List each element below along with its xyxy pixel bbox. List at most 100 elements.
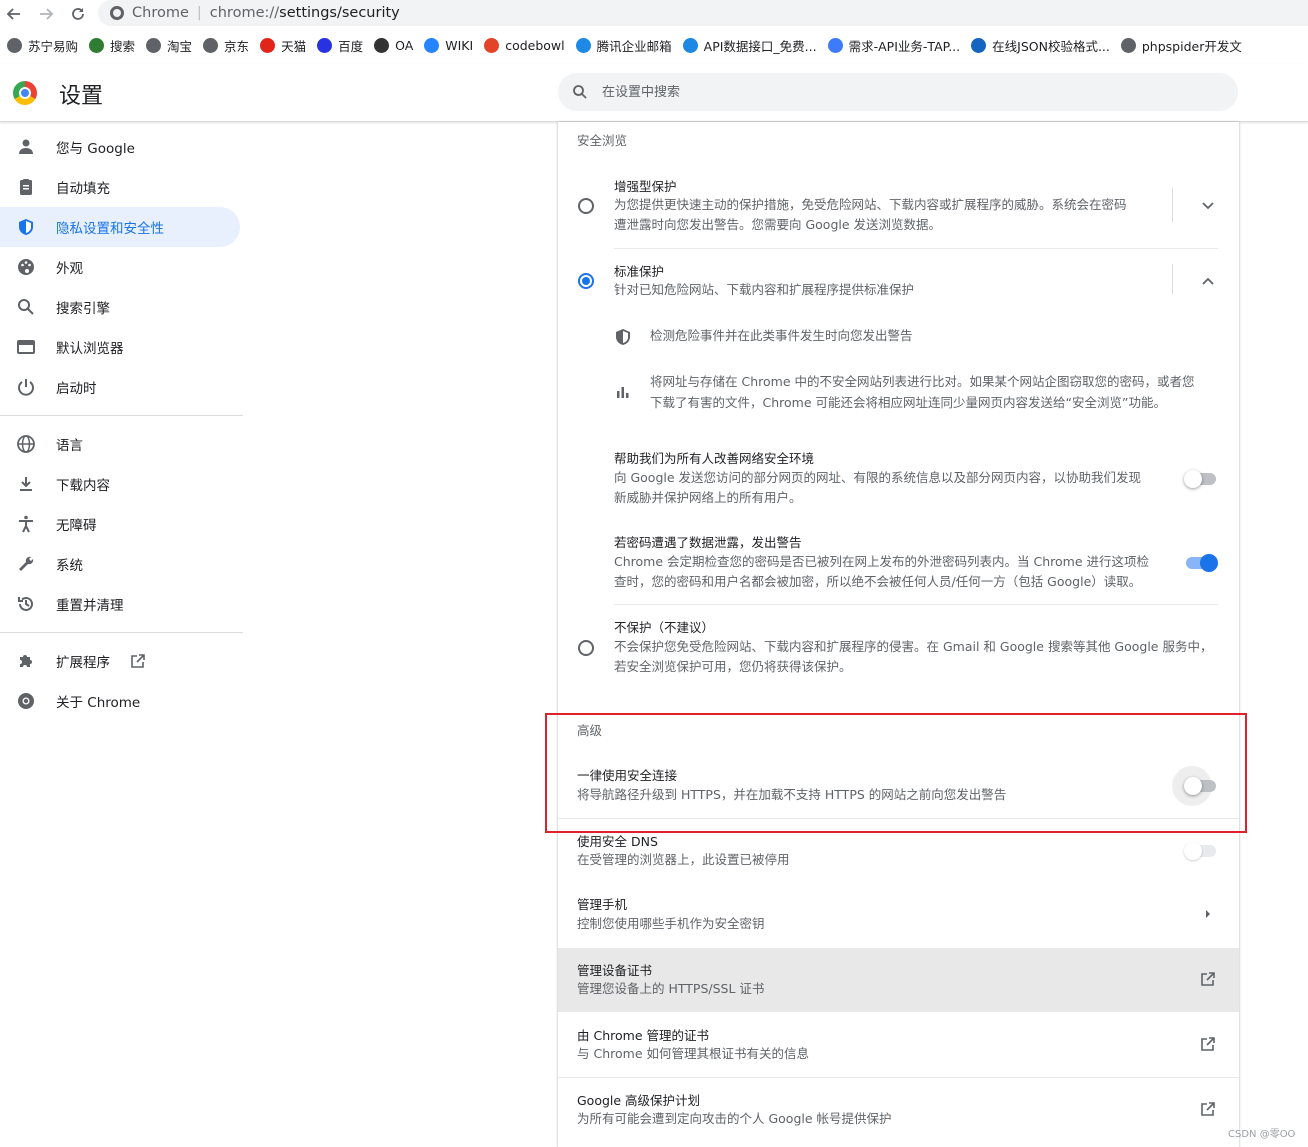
sidebar-item-label: 默认浏览器 [56, 341, 124, 357]
bookmark-label: 天猫 [281, 38, 307, 54]
secure-dns-desc: 在受管理的浏览器上，此设置已被停用 [577, 852, 790, 867]
enhanced-protection-desc-2: 遭泄露时向您发出警告。您需要向 Google 发送浏览数据。 [614, 217, 942, 232]
radio-no-protection[interactable] [578, 640, 594, 656]
secure-dns-toggle[interactable] [1184, 842, 1216, 860]
bookmark-item[interactable]: 淘宝 [146, 36, 192, 55]
palette-icon [16, 257, 36, 277]
tapd-icon [827, 37, 843, 53]
bookmark-item[interactable]: 苏宁易购 [7, 36, 78, 55]
help-improve-desc-1: 向 Google 发送您访问的部分网页的网址、有限的系统信息以及部分网页内容，以… [614, 470, 1142, 485]
url-field[interactable]: Chrome | chrome:// settings/security [98, 0, 1308, 26]
url-prefix: chrome:// [209, 5, 280, 21]
search-input[interactable] [602, 84, 1202, 100]
url-separator: | [196, 5, 202, 21]
external-link-icon[interactable] [1198, 1034, 1218, 1054]
accessibility-icon [16, 514, 36, 534]
sidebar-item[interactable]: 重置并清理 [0, 584, 243, 624]
sidebar-item[interactable]: 您与 Google [0, 127, 243, 167]
help-improve-title: 帮助我们为所有人改善网络安全环境 [614, 451, 815, 466]
forward-arrow-icon[interactable] [35, 3, 57, 25]
sidebar-divider [0, 415, 243, 416]
divider [614, 248, 1218, 249]
sidebar-item[interactable]: 启动时 [0, 367, 243, 407]
divider [614, 604, 1218, 605]
tmall-icon [260, 37, 276, 53]
bookmark-item[interactable]: 京东 [203, 36, 249, 55]
search-icon [570, 82, 590, 102]
bookmark-item[interactable]: API数据接口_免费... [682, 36, 817, 55]
globe-icon [16, 434, 36, 454]
sidebar-item[interactable]: 自动填充 [0, 167, 243, 207]
person-icon [16, 137, 36, 157]
oa-icon [374, 37, 390, 53]
section-title-safe-browsing: 安全浏览 [577, 133, 628, 148]
external-link-icon[interactable] [1198, 1099, 1218, 1119]
chevron-down-icon[interactable] [1198, 196, 1218, 216]
standard-protection-desc: 针对已知危险网站、下载内容和扩展程序提供标准保护 [614, 282, 915, 297]
sidebar-item-label: 下载内容 [56, 478, 110, 494]
bookmark-item[interactable]: 搜索 [89, 36, 135, 55]
history-icon [16, 594, 36, 614]
manage-phones-desc: 控制您使用哪些手机作为安全密钥 [577, 916, 765, 931]
puzzle-icon [16, 651, 36, 671]
bookmark-item[interactable]: 需求-API业务-TAP... [827, 36, 960, 55]
bookmark-item[interactable]: codebowl [484, 37, 565, 53]
url-path: settings/security [279, 5, 400, 21]
help-improve-desc-2: 新威胁并保护网络上的所有用户。 [614, 490, 802, 505]
no-protection-desc-2: 若安全浏览保护可用，您仍将获得该保护。 [614, 659, 852, 674]
sidebar-item[interactable]: 系统 [0, 544, 243, 584]
help-improve-toggle[interactable] [1184, 470, 1216, 488]
power-icon [16, 377, 36, 397]
search-engine-icon [89, 37, 105, 53]
bookmark-item[interactable]: WIKI [424, 37, 473, 53]
external-link-icon[interactable] [130, 653, 146, 673]
baidu-icon [317, 37, 333, 53]
search-icon [16, 297, 36, 317]
manage-phones-title[interactable]: 管理手机 [577, 894, 627, 913]
sidebar-item[interactable]: 默认浏览器 [0, 327, 243, 367]
globe-icon [1120, 37, 1136, 53]
sidebar-item[interactable]: 关于 Chrome [0, 681, 243, 721]
sidebar-item-label: 隐私设置和安全性 [56, 221, 164, 237]
external-link-icon[interactable] [1198, 969, 1218, 989]
globe-icon [7, 37, 22, 53]
advanced-protection-desc: 为所有可能会遭到定向攻击的个人 Google 帐号提供保护 [577, 1111, 892, 1126]
standard-protection-title: 标准保护 [614, 264, 665, 279]
chrome-certs-title[interactable]: 由 Chrome 管理的证书 [577, 1025, 709, 1044]
chevron-right-icon[interactable] [1198, 904, 1218, 924]
bookmark-item[interactable]: phpspider开发文 [1120, 36, 1242, 55]
manage-certs-desc: 管理您设备上的 HTTPS/SSL 证书 [577, 981, 765, 996]
radio-enhanced-protection[interactable] [578, 198, 594, 214]
mail-icon [575, 37, 591, 53]
password-leak-toggle[interactable] [1186, 554, 1218, 572]
sidebar-item[interactable]: 搜索引擎 [0, 287, 243, 327]
settings-search-box[interactable] [558, 73, 1238, 111]
enhanced-protection-desc-1: 为您提供更快速主动的保护措施，免受危险网站、下载内容或扩展程序的威胁。系统会在密… [614, 197, 1127, 212]
sidebar-item-label: 自动填充 [56, 181, 110, 197]
chevron-up-icon[interactable] [1198, 271, 1218, 291]
bookmark-label: 淘宝 [167, 38, 193, 54]
radio-standard-protection[interactable] [578, 273, 594, 289]
secure-dns-title: 使用安全 DNS [577, 834, 658, 849]
chrome-logo-icon [13, 81, 37, 105]
no-protection-desc-1: 不会保护您免受危险网站、下载内容和扩展程序的侵害。在 Gmail 和 Googl… [614, 639, 1213, 654]
bookmark-item[interactable]: 在线JSON校验格式... [971, 36, 1110, 55]
divider [1172, 188, 1173, 222]
standard-bullet-2-line1: 将网址与存储在 Chrome 中的不安全网站列表进行比对。如果某个网站企图窃取您… [650, 374, 1195, 389]
password-leak-desc-2: 查时，您的密码和用户名都会被加密，所以绝不会被任何人员/任何一方（包括 Goog… [614, 574, 1142, 589]
bookmark-item[interactable]: OA [374, 37, 413, 53]
sidebar-item[interactable]: 无障碍 [0, 504, 243, 544]
back-arrow-icon[interactable] [3, 3, 25, 25]
bookmark-item[interactable]: 百度 [317, 36, 363, 55]
sidebar-item[interactable]: 语言 [0, 424, 243, 464]
reload-icon[interactable] [67, 3, 89, 25]
sidebar-item[interactable]: 隐私设置和安全性 [0, 207, 240, 247]
advanced-protection-title[interactable]: Google 高级保护计划 [577, 1090, 700, 1109]
bookmark-item[interactable]: 腾讯企业邮箱 [575, 36, 672, 55]
bookmark-label: API数据接口_免费... [703, 38, 817, 54]
sidebar-item-label: 启动时 [56, 381, 97, 397]
sidebar-item[interactable]: 外观 [0, 247, 243, 287]
bookmark-item[interactable]: 天猫 [260, 36, 306, 55]
sidebar-item[interactable]: 下载内容 [0, 464, 243, 504]
sidebar-item[interactable]: 扩展程序 [0, 641, 243, 681]
